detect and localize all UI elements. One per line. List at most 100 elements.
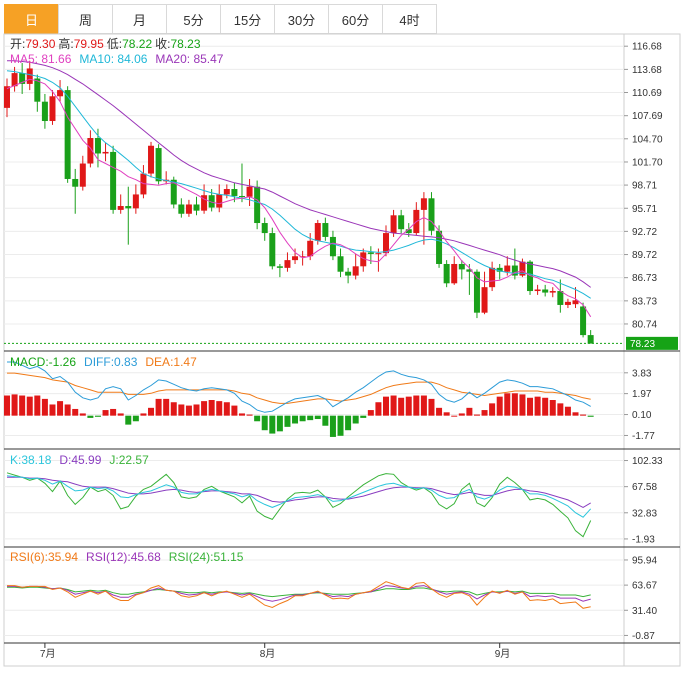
- diff-line: [7, 361, 591, 413]
- macd-bar: [231, 405, 238, 416]
- candle-body: [345, 271, 352, 276]
- close-value: 78.23: [170, 37, 200, 51]
- candle: [587, 330, 594, 344]
- ma10-line: [6, 70, 591, 299]
- candle-body: [94, 138, 101, 154]
- candle: [329, 230, 336, 261]
- macd-bar: [519, 394, 526, 416]
- candle: [292, 248, 299, 264]
- macd-bar: [443, 412, 450, 416]
- candle-body: [102, 151, 109, 154]
- macd-bar: [375, 402, 382, 416]
- candle-body: [223, 189, 230, 195]
- candle-body: [238, 195, 245, 197]
- candle-body: [580, 306, 587, 336]
- candle: [246, 178, 253, 207]
- candle-body: [337, 256, 344, 272]
- candle-body: [79, 163, 86, 187]
- rsi6-value: RSI(6):35.94: [10, 550, 78, 564]
- macd-bar: [57, 401, 64, 416]
- y-tick-label: 107.69: [632, 111, 663, 122]
- j-value: J:22.57: [109, 453, 149, 467]
- candle-body: [64, 90, 71, 179]
- ma5-legend: MA5: 81.66: [10, 52, 72, 66]
- macd-bar: [148, 407, 155, 416]
- candle: [284, 252, 291, 272]
- candle: [322, 217, 329, 241]
- candle: [238, 163, 245, 203]
- y-tick-label: 98.71: [632, 181, 657, 192]
- candle-body: [155, 148, 162, 182]
- candle-body: [398, 215, 405, 230]
- candle: [443, 260, 450, 288]
- candle-body: [41, 101, 48, 122]
- candle-body: [185, 204, 192, 214]
- candle-body: [436, 230, 443, 264]
- candle-body: [125, 206, 132, 209]
- y-tick-label: 92.72: [632, 227, 657, 238]
- macd-bar: [216, 401, 223, 416]
- candle: [436, 225, 443, 268]
- y-tick-label: 0.10: [632, 410, 652, 421]
- candle-body: [276, 266, 283, 268]
- ma20-line: [7, 60, 591, 288]
- chart-canvas[interactable]: 116.68 113.68 110.69 107.69 104.70 101.70 98.7…: [0, 0, 684, 677]
- macd-bar: [117, 413, 124, 416]
- candle-body: [314, 223, 321, 241]
- macd-bar: [420, 395, 427, 416]
- candle-body: [110, 151, 117, 210]
- macd-bar: [428, 398, 435, 416]
- candle-body: [193, 204, 200, 211]
- y-tick-label: 83.73: [632, 296, 657, 307]
- macd-bar: [4, 395, 10, 416]
- macd-bar: [534, 396, 541, 416]
- x-tick-label: 8月: [260, 648, 276, 660]
- stock-chart-widget: 日 周 月 5分 15分 30分 60分 4时 116.68 113.68 110.…: [0, 0, 684, 677]
- candle: [19, 63, 26, 94]
- macd-bar: [254, 415, 261, 422]
- candle-body: [231, 189, 238, 196]
- candle: [125, 186, 132, 245]
- close-label: 收:: [155, 37, 170, 51]
- macd-bar: [276, 415, 283, 432]
- macd-bar: [390, 395, 397, 416]
- candle: [451, 256, 458, 285]
- candle-body: [587, 335, 594, 344]
- candle-body: [49, 96, 56, 122]
- macd-bar: [72, 408, 79, 416]
- y-tick-label: 80.74: [632, 319, 657, 330]
- macd-bar: [246, 414, 253, 416]
- low-value: 78.22: [122, 37, 152, 51]
- macd-bar: [345, 415, 352, 431]
- y-tick-label: 116.68: [632, 42, 662, 53]
- rsi-panel: [7, 581, 591, 609]
- macd-bar: [94, 415, 101, 417]
- y-tick-label: 31.40: [632, 606, 657, 617]
- y-tick-label: 67.58: [632, 482, 657, 493]
- candle: [193, 196, 200, 216]
- y-tick-label: 102.33: [632, 456, 663, 467]
- candle: [140, 165, 147, 199]
- ohlc-legend: 开:79.30 高:79.95 低:78.22 收:78.23: [10, 36, 201, 51]
- chart-frame: [3, 33, 681, 667]
- candle: [360, 248, 367, 272]
- candle: [72, 168, 79, 214]
- macd-bar: [542, 397, 549, 416]
- candle-body: [428, 198, 435, 231]
- rsi-legend: RSI(6):35.94 RSI(12):45.68 RSI(24):51.15: [10, 550, 244, 564]
- high-label: 高:: [58, 36, 73, 51]
- candle-body: [307, 240, 314, 257]
- candle: [269, 227, 276, 270]
- y-tick-label: 1.97: [632, 389, 652, 400]
- candle-body: [504, 265, 511, 272]
- candle-body: [352, 266, 359, 276]
- candle-body: [557, 291, 564, 305]
- macd-bar: [587, 415, 594, 417]
- candle: [542, 284, 549, 297]
- current-price-label: 78.23: [630, 339, 655, 350]
- candle-body: [383, 233, 389, 254]
- candle-body: [542, 289, 549, 293]
- macd-bar: [337, 415, 344, 436]
- candle: [527, 260, 534, 295]
- low-label: 低:: [107, 37, 122, 51]
